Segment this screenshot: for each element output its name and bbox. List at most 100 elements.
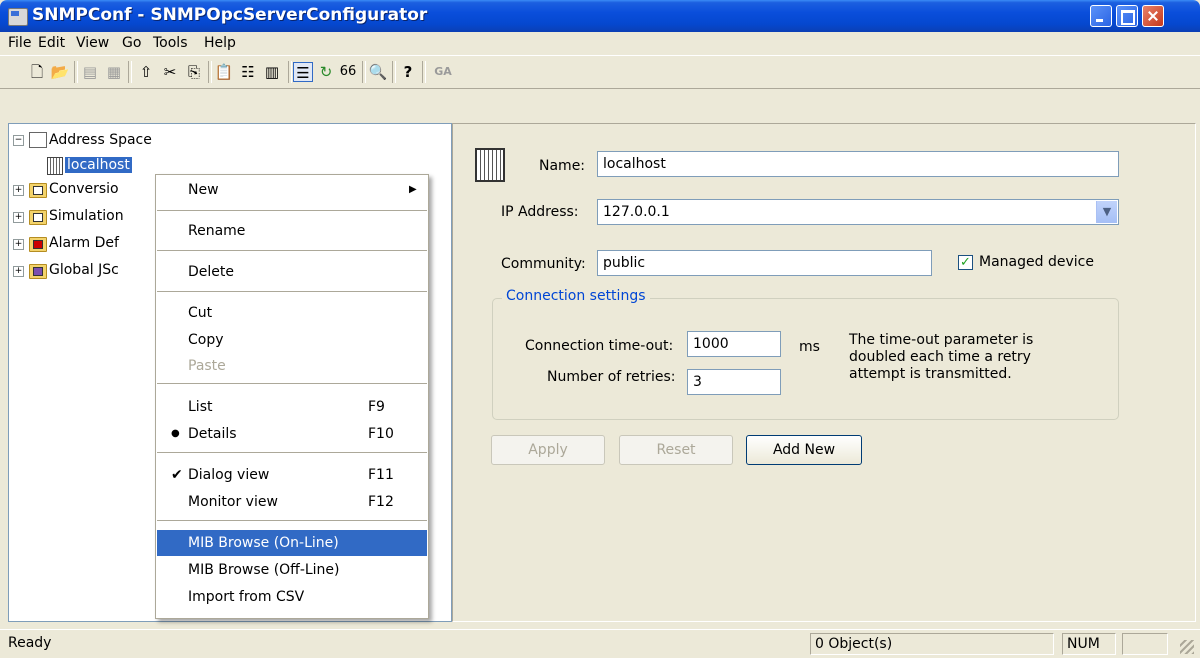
menu-separator [157,520,427,521]
menu-item-label: Monitor view [188,494,278,510]
timeout-label: Connection time-out: [525,338,674,354]
paste-icon[interactable]: 📋 [214,62,234,82]
tree-item-simulation[interactable]: Simulation [49,206,124,226]
server-icon [47,157,63,175]
menu-item-shortcut: F10 [368,426,394,442]
menu-item-mib-browse-offline[interactable]: MIB Browse (Off-Line) [157,557,427,583]
tree-root-label[interactable]: Address Space [49,130,152,150]
device-properties-panel: Name: localhost IP Address: 127.0.0.1 ▼ … [452,123,1196,622]
retries-field[interactable]: 3 [687,369,781,395]
menu-item-label: Rename [188,223,246,239]
global-script-folder-icon [29,264,47,279]
menu-item-list[interactable]: List F9 [157,394,427,420]
menu-item-import-csv[interactable]: Import from CSV [157,584,427,610]
app-icon [8,8,28,26]
toolbar-separator [362,61,366,83]
menu-item-details[interactable]: ● Details F10 [157,421,427,447]
menu-item-shortcut: F11 [368,467,394,483]
list-icon[interactable]: ☷ [238,62,258,82]
copy-format-icon[interactable]: ▤ [80,62,100,82]
dropdown-arrow-icon[interactable]: ▼ [1096,201,1117,223]
new-icon[interactable]: 🗋 [27,62,47,82]
tree-item-localhost[interactable]: localhost [65,157,132,173]
community-field[interactable]: public [597,250,932,276]
tree-item-global-script[interactable]: Global JSc [49,260,119,280]
ip-address-value: 127.0.0.1 [603,204,670,220]
reset-button[interactable]: Reset [619,435,733,465]
expand-icon[interactable]: + [13,239,24,250]
simulation-folder-icon [29,210,47,225]
refresh-icon[interactable]: ↻ [316,62,336,82]
menu-file[interactable]: File [8,35,31,51]
menu-item-cut[interactable]: Cut [157,300,427,326]
folder-up-icon[interactable]: ⇧ [136,62,156,82]
open-icon[interactable]: 📂 [50,62,70,82]
note-line-3: attempt is transmitted. [849,366,1012,382]
tree-item-conversion[interactable]: Conversio [49,179,119,199]
menu-item-monitor-view[interactable]: Monitor view F12 [157,489,427,515]
community-label: Community: [501,256,586,272]
title-bar[interactable]: SNMPConf - SNMPOpcServerConfigurator [0,0,1200,32]
status-text: Ready [8,635,52,651]
menu-item-label: Paste [188,358,226,374]
menu-view[interactable]: View [76,35,109,51]
properties-icon[interactable]: ▦ [104,62,124,82]
num-lock-indicator: NUM [1062,633,1116,655]
tree-item-alarm[interactable]: Alarm Def [49,233,119,253]
timeout-note: The time-out parameter is doubled each t… [849,332,1033,383]
menu-item-label: List [188,399,213,415]
managed-device-checkbox[interactable]: ✓ [958,255,973,270]
watch-icon[interactable]: 66 [338,62,358,82]
add-new-button[interactable]: Add New [746,435,862,465]
details-icon[interactable]: ▥ [262,62,282,82]
dialog-view-icon[interactable]: ☰ [293,62,313,82]
radio-bullet-icon: ● [171,428,180,439]
menu-separator [157,291,427,292]
menu-item-paste[interactable]: Paste [157,353,427,379]
menu-separator [157,250,427,251]
menu-edit[interactable]: Edit [38,35,65,51]
device-icon [475,148,505,182]
maximize-button[interactable] [1116,5,1138,27]
menu-separator [157,452,427,453]
menu-item-copy[interactable]: Copy [157,327,427,353]
apply-button[interactable]: Apply [491,435,605,465]
expand-icon[interactable]: + [13,185,24,196]
menu-go[interactable]: Go [122,35,141,51]
connection-settings-title: Connection settings [502,288,650,304]
menu-item-delete[interactable]: Delete [157,259,427,285]
name-label: Name: [539,158,586,174]
status-panel-empty [1122,633,1168,655]
minimize-button[interactable] [1090,5,1112,27]
menu-item-label: Details [188,426,237,442]
menu-item-shortcut: F9 [368,399,385,415]
timeout-field[interactable]: 1000 [687,331,781,357]
help-icon[interactable]: ? [398,62,418,82]
expand-icon[interactable]: + [13,212,24,223]
toolbar-separator [422,61,426,83]
close-button[interactable] [1142,5,1164,27]
menu-item-new[interactable]: New ▶ [157,177,427,203]
window-title: SNMPConf - SNMPOpcServerConfigurator [32,5,428,25]
menu-item-rename[interactable]: Rename [157,218,427,244]
menu-tools[interactable]: Tools [153,35,188,51]
menu-help[interactable]: Help [204,35,236,51]
toolbar: 🗋 📂 ▤ ▦ ⇧ ✂ ⎘ 📋 ☷ ▥ ☰ ↻ 66 🔍 ? GA [0,55,1200,89]
menu-item-mib-browse-online[interactable]: MIB Browse (On-Line) [157,530,427,556]
resize-grip-icon[interactable] [1180,640,1194,654]
search-icon[interactable]: 🔍 [368,62,388,82]
copy-icon[interactable]: ⎘ [184,62,204,82]
ip-address-combo[interactable]: 127.0.0.1 ▼ [597,199,1119,225]
collapse-icon[interactable]: − [13,135,24,146]
cut-icon[interactable]: ✂ [160,62,180,82]
ga-icon[interactable]: GA [430,62,456,82]
conversion-folder-icon [29,183,47,198]
menu-item-label: MIB Browse (On-Line) [188,535,339,551]
retries-label: Number of retries: [547,369,676,385]
expand-icon[interactable]: + [13,266,24,277]
name-field[interactable]: localhost [597,151,1119,177]
menu-item-label: MIB Browse (Off-Line) [188,562,340,578]
menu-item-label: Import from CSV [188,589,305,605]
menu-item-dialog-view[interactable]: ✔ Dialog view F11 [157,462,427,488]
context-menu: New ▶ Rename Delete Cut Copy Paste List … [155,174,429,619]
